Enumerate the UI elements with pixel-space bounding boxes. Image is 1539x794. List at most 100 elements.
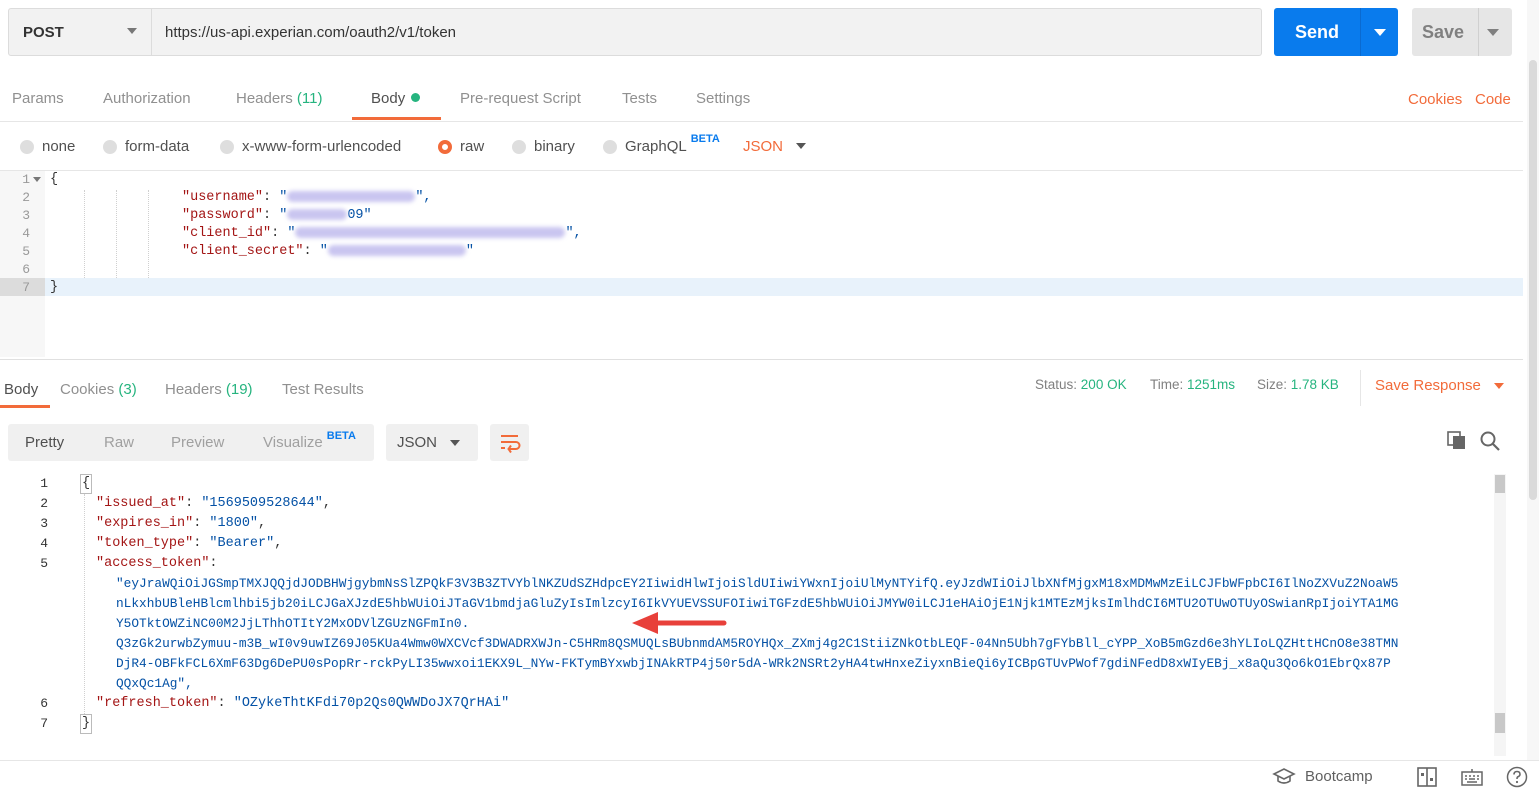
code-open-brace: { (50, 172, 59, 187)
raw-format-select[interactable]: JSON (743, 138, 783, 155)
radio-urlencoded[interactable]: x-www-form-urlencoded (220, 138, 401, 155)
response-headers-count: (19) (225, 381, 253, 398)
indent-guide (84, 190, 85, 278)
access-token-line: nLkxhbUBleHBlcmlhbi5jb20iLCJGaXJzdE5hbWU… (116, 596, 1399, 611)
radio-circle (220, 139, 234, 154)
code-line-username: "username": " ", (182, 190, 432, 205)
two-pane-view-icon[interactable] (1417, 767, 1437, 787)
tab-headers-label: Headers (236, 90, 293, 107)
size-label: Size: (1257, 377, 1288, 392)
radio-none[interactable]: none (20, 138, 75, 155)
tab-tests[interactable]: Tests (622, 90, 657, 107)
cookies-link[interactable]: Cookies (1408, 91, 1462, 108)
code-close-brace: } (80, 714, 93, 734)
json-value: "1800" (209, 516, 259, 531)
scrollbar-thumb[interactable] (1495, 475, 1505, 493)
radio-binary[interactable]: binary (512, 138, 575, 155)
password-visible-suffix: 09" (347, 208, 372, 223)
redacted-value (287, 208, 348, 220)
response-format-label: JSON (397, 434, 438, 451)
scrollbar-thumb[interactable] (1495, 713, 1505, 733)
radio-binary-label: binary (534, 138, 575, 155)
send-button[interactable]: Send (1274, 8, 1398, 56)
json-value: "1569509528644" (201, 496, 323, 511)
response-tab-cookies[interactable]: Cookies (3) (60, 381, 137, 398)
save-divider (1478, 8, 1479, 56)
tab-params[interactable]: Params (12, 90, 64, 107)
json-value: "Bearer" (209, 536, 275, 551)
code-line-issued-at: "issued_at": "1569509528644", (96, 496, 331, 511)
access-token-line: QQxQc1Ag", (116, 676, 193, 691)
tab-headers[interactable]: Headers (11) (236, 90, 322, 107)
tab-settings[interactable]: Settings (696, 90, 750, 107)
code-line-refresh-token: "refresh_token": "OZykeThtKFdi70p2Qs0QWW… (96, 696, 510, 711)
access-token-line: Q3zGk2urwbZymuu-m3B_wI0v9uwIZ69J05KUa4Wm… (116, 636, 1399, 651)
save-options-chevron-icon[interactable] (1487, 29, 1499, 36)
method-label: POST (23, 23, 64, 41)
window-scrollbar-thumb[interactable] (1529, 60, 1537, 500)
view-visualize[interactable]: Visualize BETA (263, 430, 356, 451)
active-line-highlight (45, 278, 1523, 296)
view-preview[interactable]: Preview (171, 434, 224, 451)
indent-guide (148, 190, 149, 278)
save-response-button[interactable]: Save Response (1375, 377, 1481, 394)
response-tab-test-results[interactable]: Test Results (282, 381, 364, 398)
time-value: 1251ms (1187, 377, 1236, 392)
line-number: 6 (22, 262, 30, 277)
size-meta: Size: 1.78 KB (1257, 377, 1339, 392)
json-key: "client_secret" (182, 244, 304, 259)
json-key: "refresh_token" (96, 696, 218, 711)
fold-arrow-icon[interactable] (33, 177, 41, 182)
radio-raw[interactable]: raw (438, 138, 484, 155)
send-options-chevron-icon[interactable] (1374, 29, 1386, 36)
arrow-annotation-icon (632, 612, 727, 634)
view-raw[interactable]: Raw (104, 434, 134, 451)
json-key: "token_type" (96, 536, 194, 551)
status-value: 200 OK (1080, 377, 1127, 392)
json-key: "expires_in" (96, 516, 194, 531)
url-text: https://us-api.experian.com/oauth2/v1/to… (165, 23, 457, 41)
line-number: 6 (40, 696, 48, 711)
response-headers-label: Headers (165, 381, 222, 398)
bootcamp-link[interactable]: Bootcamp (1305, 768, 1373, 785)
radio-graphql[interactable]: GraphQL BETA (603, 133, 720, 155)
radio-graphql-label: GraphQL (625, 138, 687, 155)
keyboard-shortcuts-icon[interactable] (1461, 768, 1483, 786)
meta-divider (1360, 370, 1361, 406)
chevron-down-icon[interactable] (1494, 383, 1504, 389)
response-tab-body[interactable]: Body (4, 381, 38, 398)
url-input[interactable]: https://us-api.experian.com/oauth2/v1/to… (151, 8, 1262, 56)
view-visualize-label: Visualize (263, 434, 323, 451)
response-cookies-count: (3) (118, 381, 137, 398)
view-pretty[interactable]: Pretty (25, 434, 64, 451)
help-icon[interactable] (1506, 766, 1528, 788)
time-meta: Time: 1251ms (1150, 377, 1235, 392)
code-line-expires-in: "expires_in": "1800", (96, 516, 267, 531)
wrap-lines-icon (501, 435, 521, 454)
status-meta: Status: 200 OK (1035, 377, 1127, 392)
status-label: Status: (1035, 377, 1078, 392)
search-icon[interactable] (1479, 430, 1501, 452)
line-number: 3 (22, 208, 30, 223)
response-tab-headers[interactable]: Headers (19) (165, 381, 253, 398)
tab-pre-request-script[interactable]: Pre-request Script (460, 90, 581, 107)
redacted-value (327, 244, 466, 256)
tab-body[interactable]: Body (371, 90, 421, 107)
headers-count: (11) (296, 90, 323, 107)
copy-icon[interactable] (1447, 431, 1467, 451)
method-select[interactable]: POST (8, 8, 152, 56)
line-number: 5 (22, 244, 30, 259)
save-button[interactable]: Save (1412, 8, 1512, 56)
wrap-lines-button[interactable] (490, 424, 529, 461)
redacted-value (287, 190, 416, 202)
radio-none-label: none (42, 138, 76, 155)
radio-form-data-label: form-data (125, 138, 190, 155)
chevron-down-icon (127, 28, 137, 34)
tab-authorization[interactable]: Authorization (103, 90, 191, 107)
chevron-down-icon[interactable] (796, 143, 806, 149)
radio-form-data[interactable]: form-data (103, 138, 189, 155)
code-link[interactable]: Code (1475, 91, 1511, 108)
code-line-access-token: "access_token": (96, 556, 218, 571)
response-format-select[interactable]: JSON (386, 424, 478, 461)
bootcamp-icon[interactable] (1272, 768, 1296, 786)
